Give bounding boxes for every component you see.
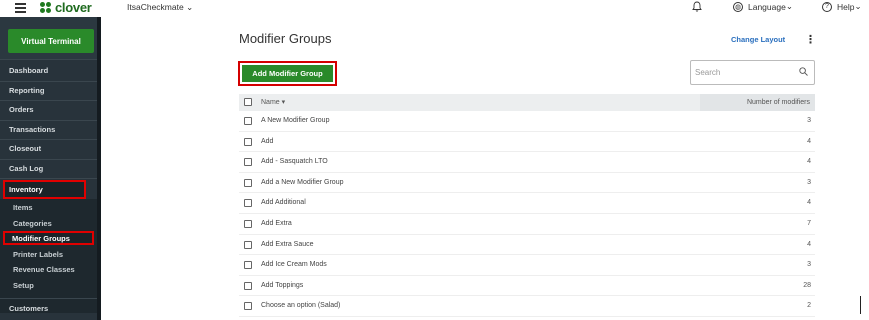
divider — [0, 59, 97, 60]
row-checkbox[interactable] — [244, 302, 252, 311]
modifier-count: 3 — [807, 117, 811, 124]
help-menu[interactable]: ? Help ⌄ — [822, 1, 862, 12]
modifier-group-name: Add Extra Sauce — [261, 240, 314, 248]
sidebar-item-customers[interactable]: Customers — [0, 299, 97, 318]
name-column-header[interactable]: Name ▾ — [261, 94, 285, 111]
help-label: Help — [837, 1, 855, 12]
sidebar-item-transactions[interactable]: Transactions — [0, 120, 97, 139]
sidebar-item-inventory[interactable]: Inventory — [3, 180, 86, 199]
row-checkbox[interactable] — [244, 240, 252, 249]
sidebar-item-closeout[interactable]: Closeout — [0, 139, 97, 158]
more-options-icon[interactable]: ⋮ — [805, 33, 816, 46]
select-all-checkbox[interactable] — [244, 98, 252, 106]
row-checkbox[interactable] — [244, 117, 252, 125]
sidebar-item-cash-log[interactable]: Cash Log — [0, 159, 97, 178]
table-row[interactable]: Add Ice Cream Mods 3 — [239, 255, 815, 276]
sidebar-subitem-printer-labels[interactable]: Printer Labels — [0, 247, 97, 261]
modifier-group-name: Add Additional — [261, 199, 306, 207]
table-row[interactable]: Add Extra 7 — [239, 214, 815, 235]
search-icon[interactable] — [799, 67, 808, 76]
search-placeholder: Search — [695, 68, 721, 77]
row-checkbox[interactable] — [244, 219, 252, 228]
brand-name: clover — [55, 0, 92, 15]
modifier-count: 28 — [803, 281, 811, 289]
table-row[interactable]: Add Toppings 28 — [239, 276, 815, 297]
row-checkbox[interactable] — [244, 281, 252, 290]
bell-icon[interactable] — [692, 1, 702, 12]
top-bar: clover ItsaCheckmate ⌄ ◍ Language ⌄ ? He… — [0, 0, 869, 17]
table-row[interactable]: Choose an option (Salad) 2 — [239, 296, 815, 317]
chevron-down-icon: ⌄ — [854, 1, 862, 11]
modifier-count: 4 — [807, 137, 811, 145]
divider — [0, 178, 97, 179]
modifier-count: 7 — [807, 219, 811, 227]
row-checkbox[interactable] — [244, 178, 252, 187]
row-checkbox[interactable] — [244, 158, 252, 167]
modifier-group-name: Add - Sasquatch LTO — [261, 158, 328, 166]
modifier-count: 3 — [807, 178, 811, 186]
modifier-groups-table: Name ▾ Number of modifiers A New Modifie… — [239, 94, 815, 317]
table-row[interactable]: Add 4 — [239, 132, 815, 153]
change-layout-link[interactable]: Change Layout — [731, 35, 785, 44]
modifier-count: 4 — [807, 158, 811, 166]
modifier-group-name: Add — [261, 137, 274, 145]
modifier-group-name: Add Extra — [261, 219, 292, 227]
name-header-label: Name — [261, 99, 280, 106]
search-input[interactable]: Search — [690, 60, 815, 85]
merchant-selector[interactable]: ItsaCheckmate ⌄ — [127, 2, 193, 13]
language-label: Language — [748, 1, 786, 12]
globe-icon: ◍ — [733, 1, 743, 12]
language-selector[interactable]: ◍ Language ⌄ — [733, 1, 793, 12]
sidebar-edge — [97, 17, 101, 320]
table-row[interactable]: Add - Sasquatch LTO 4 — [239, 152, 815, 173]
sidebar-item-orders[interactable]: Orders — [0, 100, 97, 119]
row-checkbox[interactable] — [244, 137, 252, 146]
row-checkbox[interactable] — [244, 199, 252, 208]
table-body: A New Modifier Group 3 Add 4 Add - Sasquatch… — [239, 111, 815, 317]
clover-leaf-icon — [40, 1, 52, 13]
modifier-group-name: A New Modifier Group — [261, 117, 330, 124]
merchant-name: ItsaCheckmate — [127, 2, 184, 12]
sidebar-item-reporting[interactable]: Reporting — [0, 81, 97, 100]
help-icon: ? — [822, 1, 832, 12]
table-row[interactable]: Add Additional 4 — [239, 193, 815, 214]
virtual-terminal-area: Virtual Terminal — [0, 17, 97, 59]
chevron-down-icon: ⌄ — [186, 2, 194, 12]
table-header: Name ▾ Number of modifiers — [239, 94, 815, 111]
table-row[interactable]: Add Extra Sauce 4 — [239, 235, 815, 256]
add-modifier-group-button[interactable]: Add Modifier Group — [238, 61, 337, 86]
modifier-count: 3 — [807, 261, 811, 269]
modifier-count: 4 — [807, 199, 811, 207]
table-row[interactable]: Add a New Modifier Group 3 — [239, 173, 815, 194]
sidebar-item-dashboard[interactable]: Dashboard — [0, 61, 97, 80]
add-modifier-group-label: Add Modifier Group — [242, 65, 333, 82]
clover-logo[interactable]: clover — [40, 0, 92, 15]
virtual-terminal-button[interactable]: Virtual Terminal — [8, 29, 94, 53]
sidebar-subitem-modifier-groups[interactable]: Modifier Groups — [3, 231, 94, 245]
sidebar-subitem-revenue-classes[interactable]: Revenue Classes — [0, 262, 97, 276]
sort-caret-icon: ▾ — [281, 99, 286, 106]
sidebar-subitem-setup[interactable]: Setup — [0, 278, 97, 292]
row-checkbox[interactable] — [244, 261, 252, 270]
count-column-header[interactable]: Number of modifiers — [700, 94, 815, 111]
modifier-group-name: Add a New Modifier Group — [261, 178, 344, 186]
modifier-count: 2 — [807, 302, 811, 310]
modifier-count: 4 — [807, 240, 811, 248]
sidebar-subitem-categories[interactable]: Categories — [0, 216, 97, 230]
text-cursor — [860, 296, 861, 314]
page-title: Modifier Groups — [239, 31, 332, 46]
modifier-group-name: Choose an option (Salad) — [261, 302, 341, 310]
modifier-group-name: Add Toppings — [261, 281, 304, 289]
menu-icon[interactable] — [15, 3, 26, 13]
chevron-down-icon: ⌄ — [785, 1, 793, 11]
sidebar-subitem-items[interactable]: Items — [0, 200, 97, 214]
modifier-group-name: Add Ice Cream Mods — [261, 261, 327, 269]
sidebar: Virtual Terminal Dashboard Reporting Ord… — [0, 17, 101, 320]
table-row[interactable]: A New Modifier Group 3 — [239, 111, 815, 132]
